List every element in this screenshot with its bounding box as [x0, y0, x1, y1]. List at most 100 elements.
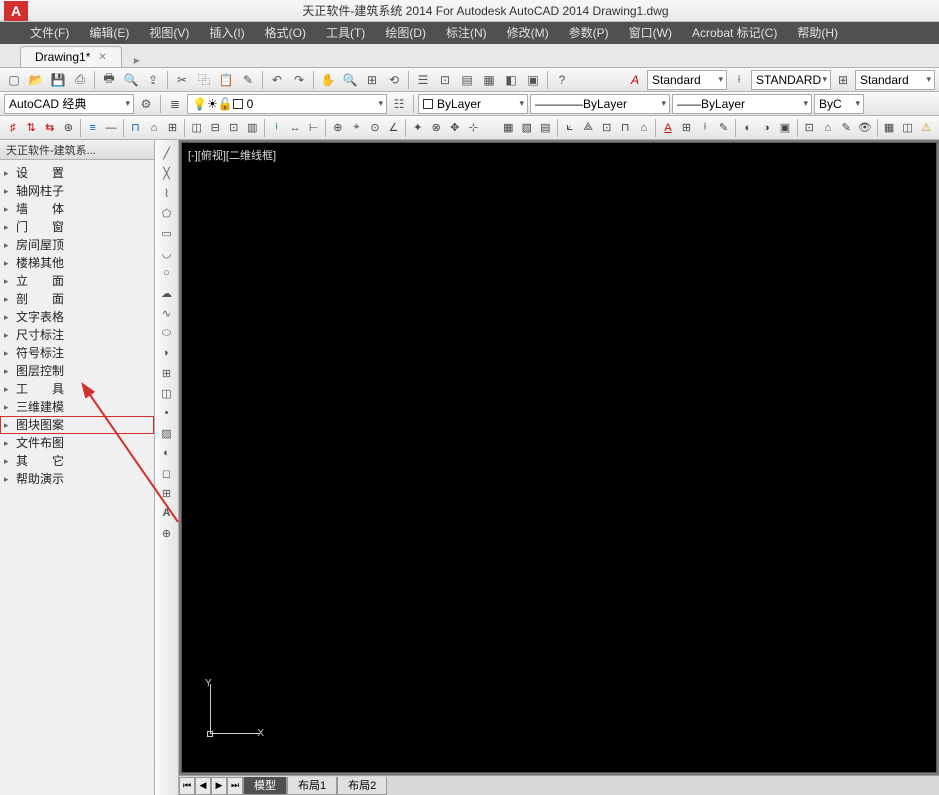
tool-btn-20[interactable]: ∠ [385, 118, 403, 138]
tool-btn-18[interactable]: ⌖ [348, 118, 366, 138]
tool-btn-r10[interactable]: ⊞ [678, 118, 696, 138]
tool-btn-r16[interactable]: ⊡ [800, 118, 818, 138]
tool-btn-r22[interactable]: ⚠ [917, 118, 935, 138]
sidebar-item-other[interactable]: ▸其 它 [0, 452, 154, 470]
linetype-dropdown[interactable]: ———— ByLayer [530, 94, 670, 114]
insert-icon[interactable]: ⊞ [157, 364, 177, 382]
cut-icon[interactable]: ✂ [172, 70, 192, 90]
menu-help[interactable]: 帮助(H) [787, 22, 848, 44]
tool-btn-10[interactable]: ◫ [188, 118, 206, 138]
close-tab-icon[interactable]: ✕ [98, 52, 106, 63]
menu-insert[interactable]: 插入(I) [199, 22, 254, 44]
tool-btn-1[interactable]: ♯ [4, 118, 22, 138]
sidebar-item-3d[interactable]: ▸三维建模 [0, 398, 154, 416]
sidebar-item-block[interactable]: ▸图块图案 [0, 416, 154, 434]
ellipsearc-icon[interactable]: ◗ [157, 344, 177, 362]
menu-view[interactable]: 视图(V) [139, 22, 199, 44]
tool-btn-r9[interactable]: A [659, 118, 677, 138]
tool-btn-r19[interactable]: 👁 [856, 118, 874, 138]
tool-btn-r2[interactable]: ▧ [518, 118, 536, 138]
textstyle-icon[interactable]: A [625, 70, 645, 90]
sidebar-item-door[interactable]: ▸门 窗 [0, 218, 154, 236]
paste-icon[interactable]: 📋 [216, 70, 236, 90]
menu-format[interactable]: 格式(O) [255, 22, 316, 44]
sidebar-item-text[interactable]: ▸文字表格 [0, 308, 154, 326]
arc-icon[interactable]: ◡ [157, 244, 177, 262]
tool-btn-r17[interactable]: ⌂ [819, 118, 837, 138]
gradient-icon[interactable]: ◐ [157, 444, 177, 462]
sidebar-item-room[interactable]: ▸房间屋顶 [0, 236, 154, 254]
tool-btn-3[interactable]: ⇆ [41, 118, 59, 138]
redo-icon[interactable]: ↷ [289, 70, 309, 90]
ellipse-icon[interactable]: ⬭ [157, 324, 177, 342]
sidebar-item-elevation[interactable]: ▸立 面 [0, 272, 154, 290]
tab-last-icon[interactable]: ⏭ [227, 777, 243, 795]
tool-btn-16[interactable]: ⊢ [305, 118, 323, 138]
open-icon[interactable]: 📂 [26, 70, 46, 90]
menu-parametric[interactable]: 参数(P) [559, 22, 619, 44]
tool-btn-8[interactable]: ⌂ [145, 118, 163, 138]
tool-btn-14[interactable]: ⟊ [268, 118, 286, 138]
matchprop-icon[interactable]: ✎ [238, 70, 258, 90]
tablestyle-dropdown[interactable]: Standard [855, 70, 935, 90]
tool-btn-r15[interactable]: ▣ [776, 118, 794, 138]
menu-acrobat[interactable]: Acrobat 标记(C) [682, 22, 787, 44]
zoom-window-icon[interactable]: ⊞ [362, 70, 382, 90]
tool-btn-12[interactable]: ⊡ [225, 118, 243, 138]
mtext-icon[interactable]: A [157, 504, 177, 522]
new-icon[interactable]: ▢ [4, 70, 24, 90]
hatch-icon[interactable]: ▨ [157, 424, 177, 442]
menu-tools[interactable]: 工具(T) [316, 22, 375, 44]
tool-btn-r1[interactable]: ▦ [500, 118, 518, 138]
dimstyle-icon[interactable]: ⟊ [729, 70, 749, 90]
tab-layout2[interactable]: 布局2 [337, 777, 387, 795]
polygon-icon[interactable]: ⬠ [157, 204, 177, 222]
sidebar-item-settings[interactable]: ▸设 置 [0, 164, 154, 182]
markup-icon[interactable]: ◧ [501, 70, 521, 90]
tool-btn-9[interactable]: ⊞ [164, 118, 182, 138]
menu-dimension[interactable]: 标注(N) [436, 22, 497, 44]
tab-layout1[interactable]: 布局1 [287, 777, 337, 795]
plotstyle-dropdown[interactable]: ByC [814, 94, 864, 114]
tool-btn-5[interactable]: ≡ [84, 118, 102, 138]
tab-prev-icon[interactable]: ◀ [195, 777, 211, 795]
tool-btn-21[interactable]: ✦ [409, 118, 427, 138]
tool-btn-11[interactable]: ⊟ [207, 118, 225, 138]
sidebar-item-axis[interactable]: ▸轴网柱子 [0, 182, 154, 200]
tool-btn-r13[interactable]: ◐ [739, 118, 757, 138]
tool-btn-17[interactable]: ⊕ [329, 118, 347, 138]
sidebar-item-layer[interactable]: ▸图层控制 [0, 362, 154, 380]
tool-btn-6[interactable]: — [102, 118, 120, 138]
tool-btn-r3[interactable]: ▤ [537, 118, 555, 138]
tool-btn-r11[interactable]: ⟊ [696, 118, 714, 138]
line-icon[interactable]: ╱ [157, 144, 177, 162]
help-icon[interactable]: ? [552, 70, 572, 90]
tool-btn-7[interactable]: ⊓ [127, 118, 145, 138]
tab-overflow-icon[interactable]: ▸ [128, 53, 146, 67]
point-icon[interactable]: • [157, 404, 177, 422]
workspace-gear-icon[interactable]: ⚙ [136, 94, 156, 114]
tool-btn-22[interactable]: ⊗ [428, 118, 446, 138]
tab-next-icon[interactable]: ▶ [211, 777, 227, 795]
lineweight-dropdown[interactable]: —— ByLayer [672, 94, 812, 114]
tool-btn-r21[interactable]: ◫ [899, 118, 917, 138]
zoom-icon[interactable]: 🔍 [340, 70, 360, 90]
block-icon[interactable]: ◫ [157, 384, 177, 402]
tablestyle-icon[interactable]: ⊞ [833, 70, 853, 90]
saveas-icon[interactable]: ⎙ [70, 70, 90, 90]
menu-file[interactable]: 文件(F) [20, 22, 79, 44]
tool-btn-r12[interactable]: ✎ [715, 118, 733, 138]
sheetset-icon[interactable]: ▦ [479, 70, 499, 90]
layer-props-icon[interactable]: ≣ [165, 94, 185, 114]
xline-icon[interactable]: ╳ [157, 164, 177, 182]
dimstyle-dropdown[interactable]: STANDARD [751, 70, 831, 90]
plot-icon[interactable]: 🖶 [99, 70, 119, 90]
sidebar-item-stair[interactable]: ▸楼梯其他 [0, 254, 154, 272]
publish-icon[interactable]: ⇪ [143, 70, 163, 90]
table-icon[interactable]: ⊞ [157, 484, 177, 502]
revcloud-icon[interactable]: ☁ [157, 284, 177, 302]
tool-btn-r7[interactable]: ⊓ [616, 118, 634, 138]
viewport-label[interactable]: [-][俯视][二维线框] [188, 147, 276, 163]
sidebar-item-help[interactable]: ▸帮助演示 [0, 470, 154, 488]
tool-btn-23[interactable]: ✥ [446, 118, 464, 138]
